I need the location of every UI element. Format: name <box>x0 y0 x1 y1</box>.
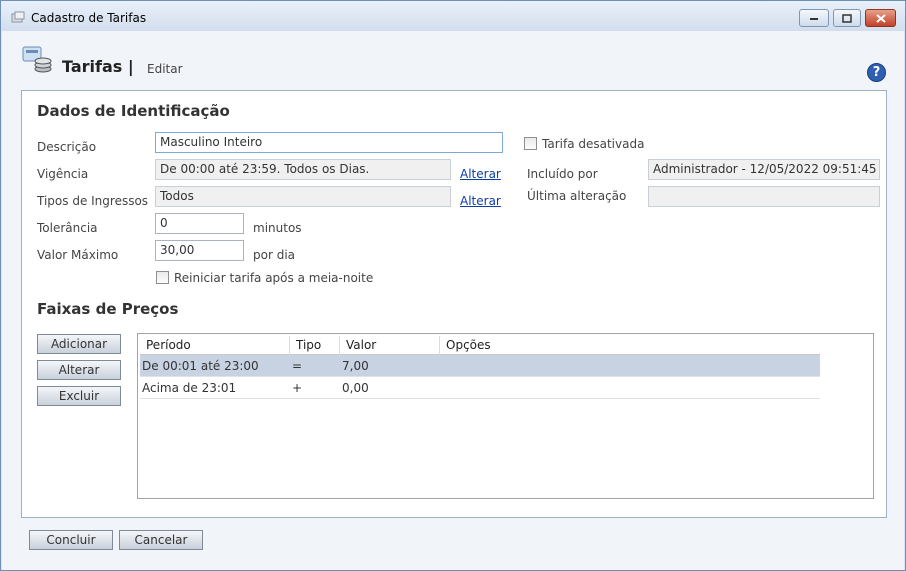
cell-periodo: Acima de 23:01 <box>142 381 237 395</box>
valor-maximo-input[interactable]: 30,00 <box>155 240 244 261</box>
cell-tipo: = <box>292 359 303 373</box>
cell-valor: 0,00 <box>342 381 369 395</box>
app-icon <box>11 11 25 23</box>
table-row[interactable]: Acima de 23:01 + 0,00 <box>140 377 820 399</box>
adicionar-button[interactable]: Adicionar <box>37 334 121 354</box>
restore-icon <box>842 13 852 23</box>
section-title-faixas: Faixas de Preços <box>37 300 179 318</box>
ultima-alteracao-label: Última alteração <box>527 189 627 203</box>
vigencia-alterar-link[interactable]: Alterar <box>460 167 501 181</box>
vigencia-label: Vigência <box>37 167 89 181</box>
incluido-field: Administrador - 12/05/2022 09:51:45 <box>648 159 880 180</box>
cancelar-button[interactable]: Cancelar <box>119 530 203 550</box>
cell-valor: 7,00 <box>342 359 369 373</box>
app-window: Cadastro de Tarifas Tarifas | Editar ? D… <box>0 0 906 571</box>
table-row[interactable]: De 00:01 até 23:00 = 7,00 <box>140 355 820 377</box>
valor-maximo-unit: por dia <box>253 248 296 262</box>
faixas-grid: Período Tipo Valor Opções De 00:01 até 2… <box>137 333 874 499</box>
maximize-button[interactable] <box>833 9 861 27</box>
minimize-button[interactable] <box>799 9 829 27</box>
tarifa-desativada-checkbox[interactable] <box>524 137 537 150</box>
close-icon <box>875 13 886 23</box>
excluir-button[interactable]: Excluir <box>37 386 121 406</box>
close-button[interactable] <box>865 9 896 27</box>
column-header-tipo[interactable]: Tipo <box>290 336 340 355</box>
vigencia-field: De 00:00 até 23:59. Todos os Dias. <box>155 159 451 180</box>
reiniciar-checkbox[interactable] <box>156 271 169 284</box>
incluido-label: Incluído por <box>527 167 598 181</box>
alterar-button[interactable]: Alterar <box>37 360 121 380</box>
tipos-field: Todos <box>155 186 451 207</box>
concluir-button[interactable]: Concluir <box>29 530 113 550</box>
column-header-valor[interactable]: Valor <box>340 336 440 355</box>
column-header-opcoes[interactable]: Opções <box>440 336 820 355</box>
descricao-label: Descrição <box>37 140 97 154</box>
grid-header: Período Tipo Valor Opções <box>140 336 820 355</box>
cell-periodo: De 00:01 até 23:00 <box>142 359 259 373</box>
column-header-periodo[interactable]: Período <box>140 336 290 355</box>
minimize-icon <box>810 18 818 20</box>
tolerancia-label: Tolerância <box>37 221 98 235</box>
title-bar[interactable]: Cadastro de Tarifas <box>1 1 905 31</box>
help-icon[interactable]: ? <box>867 63 886 82</box>
tipos-alterar-link[interactable]: Alterar <box>460 194 501 208</box>
tarifa-desativada-label: Tarifa desativada <box>542 137 645 151</box>
page-subtitle: Editar <box>147 62 183 76</box>
valor-maximo-label: Valor Máximo <box>37 248 119 262</box>
tolerancia-unit: minutos <box>253 221 302 235</box>
tolerancia-input[interactable]: 0 <box>155 213 244 234</box>
window-title: Cadastro de Tarifas <box>31 11 147 25</box>
tariff-coins-icon <box>22 46 52 73</box>
reiniciar-label: Reiniciar tarifa após a meia-noite <box>174 271 374 285</box>
tipos-label: Tipos de Ingressos <box>37 194 149 208</box>
section-title-identificacao: Dados de Identificação <box>37 102 230 120</box>
ultima-alteracao-field <box>648 186 880 207</box>
page-title: Tarifas | <box>62 57 134 76</box>
descricao-input[interactable]: Masculino Inteiro <box>155 132 503 153</box>
cell-tipo: + <box>292 381 303 395</box>
